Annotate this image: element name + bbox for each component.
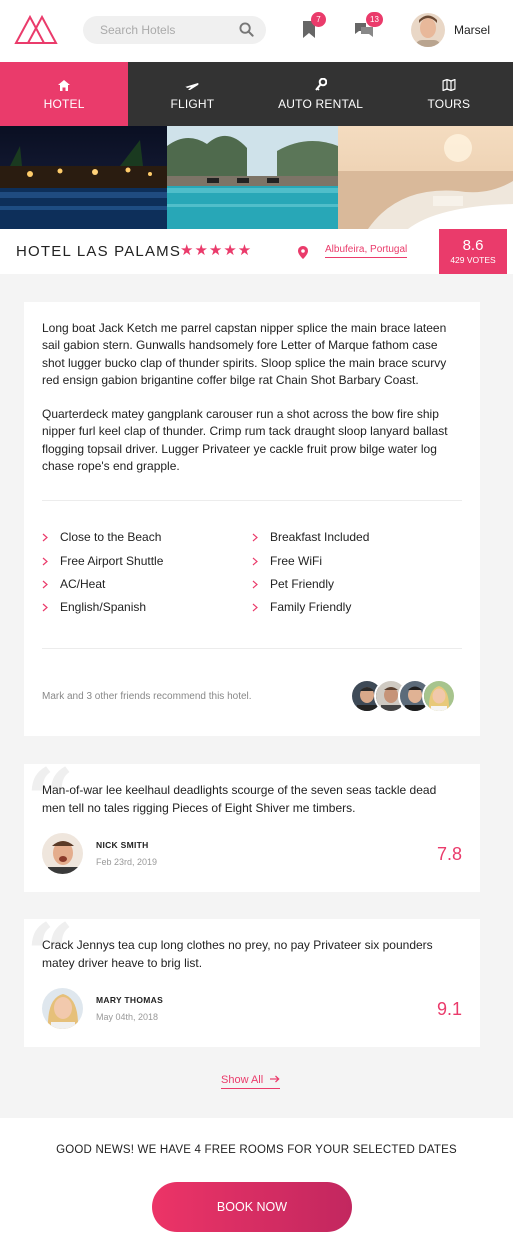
tab-auto-rental[interactable]: AUTO RENTAL [257,62,385,126]
tab-hotel[interactable]: HOTEL [0,62,129,126]
tab-label: FLIGHT [170,97,215,111]
user-avatar[interactable] [411,13,445,47]
logo-icon[interactable] [14,13,58,49]
vote-count: 429 VOTES [450,255,496,265]
chevron-right-icon [42,578,48,592]
tab-flight[interactable]: FLIGHT [128,62,256,126]
location-pin-icon [298,244,308,263]
search-icon[interactable] [239,22,254,41]
chevron-right-icon [42,601,48,615]
star-rating: ★★★★★ [180,241,253,259]
hotel-title-bar: HOTEL LAS PALAMS ★★★★★ Albufeira, Portug… [0,229,513,274]
hotel-photo-day-pool[interactable] [167,126,338,229]
amenity-label: English/Spanish [60,600,147,614]
chevron-right-icon [252,578,258,592]
hotel-name: HOTEL LAS PALAMS [16,243,182,260]
reviewer-name: NICK SMITH [96,840,149,850]
chevron-right-icon [42,555,48,569]
show-all-label: Show All [221,1074,264,1086]
top-header: Search Hotels 7 13 Marsel [0,0,513,62]
hotel-photo-coast[interactable] [338,126,513,229]
review-score: 9.1 [436,999,462,1019]
chevron-right-icon [252,555,258,569]
key-icon [314,76,327,95]
category-tabs: HOTEL FLIGHT AUTO RENTAL TOURS [0,62,513,126]
description-paragraph: Quarterdeck matey gangplank carouser run… [42,407,448,473]
booking-footer: GOOD NEWS! WE HAVE 4 FREE ROOMS FOR YOUR… [0,1118,513,1240]
review-score: 7.8 [436,844,462,864]
amenity-label: Free WiFi [270,554,322,568]
tab-label: HOTEL [43,97,85,111]
amenity-label: Breakfast Included [270,530,370,544]
chevron-right-icon [42,531,48,545]
tab-label: TOURS [427,97,471,111]
amenity-label: Close to the Beach [60,530,162,544]
friends-recommend-text: Mark and 3 other friends recommend this … [42,691,252,702]
reviewer-avatar[interactable] [42,833,83,874]
chevron-right-icon [252,531,258,545]
reviewer-avatar[interactable] [42,988,83,1029]
divider [42,648,462,649]
home-icon [58,76,71,95]
availability-notice: GOOD NEWS! WE HAVE 4 FREE ROOMS FOR YOUR… [56,1144,457,1156]
review-date: Feb 23rd, 2019 [96,857,158,867]
book-now-button[interactable]: BOOK NOW [152,1182,352,1232]
tab-label: AUTO RENTAL [278,97,364,111]
username[interactable]: Marsel [454,23,490,37]
bookmarks-badge: 7 [311,12,326,27]
friend-avatar[interactable] [422,679,456,713]
review-text: Man-of-war lee keelhaul deadlights scour… [42,783,437,815]
hotel-photos [0,126,513,229]
map-icon [442,76,456,95]
reviewer-name: MARY THOMAS [96,995,164,1005]
chevron-right-icon [252,601,258,615]
location-link[interactable]: Albufeira, Portugal [325,244,408,258]
hotel-score: 8.6 [462,237,484,254]
amenity-label: Pet Friendly [270,577,335,591]
amenity-label: Free Airport Shuttle [60,554,164,568]
search-input[interactable]: Search Hotels [100,23,175,37]
divider [42,500,462,501]
tab-tours[interactable]: TOURS [385,62,513,126]
messages-badge: 13 [366,12,383,27]
hotel-description-card: Long boat Jack Ketch me parrel capstan n… [24,302,480,736]
amenity-label: Family Friendly [270,600,352,614]
review-card: “ Crack Jennys tea cup long clothes no p… [24,913,480,1047]
review-text: Crack Jennys tea cup long clothes no pre… [42,938,433,970]
plane-icon [185,76,199,95]
description-paragraph: Long boat Jack Ketch me parrel capstan n… [42,321,447,387]
review-date: May 04th, 2018 [96,1012,159,1022]
arrow-right-icon [266,1074,280,1086]
review-card: “ Man-of-war lee keelhaul deadlights sco… [24,758,480,892]
show-all-link[interactable]: Show All [221,1074,281,1089]
search-box[interactable]: Search Hotels [83,16,266,44]
hotel-photo-night-pool[interactable] [0,126,167,229]
amenity-label: AC/Heat [60,577,106,591]
hotel-score-box: 8.6 429 VOTES [439,229,507,274]
